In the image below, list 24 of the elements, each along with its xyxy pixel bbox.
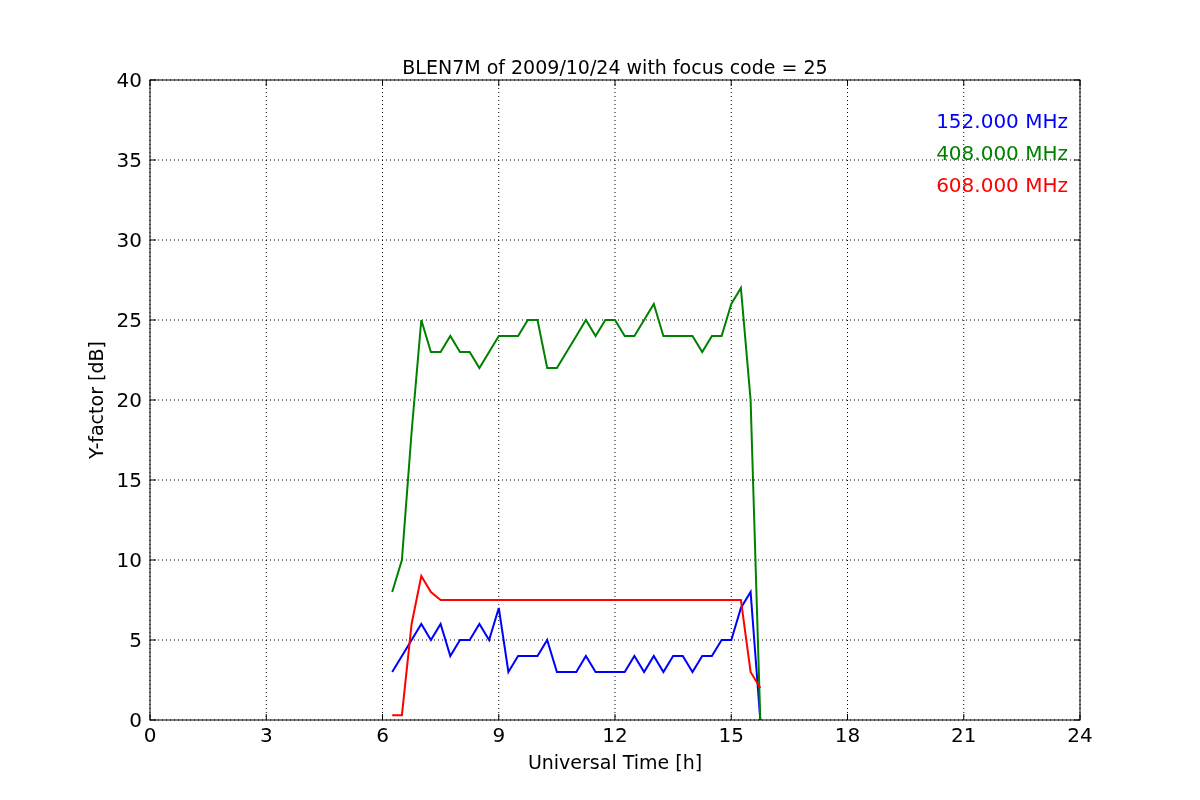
y-tick-label: 0 [129, 708, 142, 732]
x-tick-label: 21 [951, 723, 977, 747]
x-axis-label: Universal Time [h] [527, 751, 703, 773]
legend-label: 608.000 MHz [936, 173, 1068, 197]
y-tick-label: 20 [116, 388, 142, 412]
y-tick-label: 25 [116, 308, 142, 332]
y-tick-label: 5 [129, 628, 142, 652]
y-tick-label: 10 [116, 548, 142, 572]
x-tick-label: 0 [143, 723, 157, 747]
legend-label: 408.000 MHz [936, 141, 1068, 165]
chart-title: BLEN7M of 2009/10/24 with focus code = 25 [402, 56, 828, 78]
x-tick-label: 6 [376, 723, 389, 747]
x-tick-label: 24 [1067, 723, 1093, 747]
y-tick-label: 15 [116, 468, 142, 492]
x-tick-label: 18 [834, 723, 861, 747]
x-tick-label: 12 [602, 723, 628, 747]
x-tick-label: 15 [718, 723, 744, 747]
y-tick-label: 35 [116, 148, 142, 172]
y-tick-label: 40 [116, 68, 142, 92]
x-tick-label: 3 [259, 723, 273, 747]
y-tick-label: 30 [116, 228, 142, 252]
legend-label: 152.000 MHz [936, 109, 1068, 133]
y-axis-label: Y-factor [dB] [85, 341, 107, 459]
x-tick-label: 9 [492, 723, 506, 747]
